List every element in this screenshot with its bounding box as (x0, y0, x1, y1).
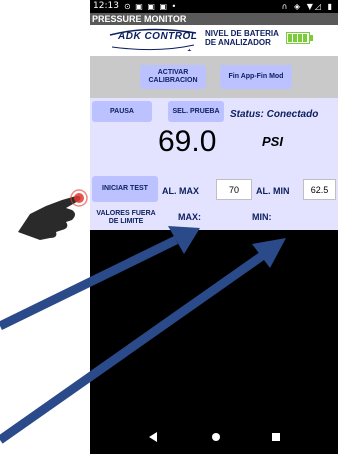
recent-apps-icon[interactable] (272, 433, 280, 441)
svg-text:✦: ✦ (186, 47, 193, 51)
select-test-button[interactable]: SEL. PRUEBA (168, 101, 224, 122)
min-alarm-input[interactable]: 62.5 (303, 179, 336, 200)
app-title-bar: PRESSURE MONITOR (90, 13, 338, 25)
header: ✦ ADK CONTROL NIVEL DE BATERIA DE ANALIZ… (90, 25, 338, 56)
out-of-limits-label: VALORES FUERA DE LIMITE (92, 210, 160, 226)
pressure-reading: 69.0 (158, 125, 217, 158)
pause-button[interactable]: PAUSA (92, 101, 152, 122)
battery-label-line1: NIVEL DE BATERIA (205, 29, 279, 38)
activate-calibration-button[interactable]: ACTIVAR CALIBRACION (140, 65, 206, 89)
out-of-limits-max-label: MAX: (178, 212, 201, 222)
system-status-icons: ∩ ◈ ▼◿ ▮ (281, 2, 334, 11)
activate-calibration-line1: ACTIVAR (157, 69, 189, 76)
toolbar-band: ACTIVAR CALIBRACION Fin App-Fin Mod (90, 56, 338, 98)
max-alarm-label: AL. MAX (162, 186, 199, 196)
back-icon[interactable] (149, 432, 157, 442)
out-of-limits-line1: VALORES FUERA (96, 210, 156, 217)
max-alarm-input[interactable]: 70 (216, 179, 252, 200)
navigation-bar (90, 420, 338, 454)
min-alarm-label: AL. MIN (256, 186, 290, 196)
main-panel: PAUSA SEL. PRUEBA Status: Conectado 69.0… (90, 98, 338, 230)
battery-icon (286, 32, 313, 44)
out-of-limits-line2: DE LIMITE (108, 218, 144, 225)
app-title: PRESSURE MONITOR (92, 14, 187, 24)
home-icon[interactable] (212, 433, 220, 441)
out-of-limits-min-label: MIN: (252, 212, 272, 222)
hand-pointer-icon (18, 189, 88, 240)
start-test-button[interactable]: INICIAR TEST (92, 176, 158, 202)
phone-screen: 12:13 ⊙ ▣ ▣ ▣ • ∩ ◈ ▼◿ ▮ PRESSURE MONITO… (90, 0, 338, 454)
notification-icons: ⊙ ▣ ▣ ▣ • (124, 2, 178, 11)
status-bar: 12:13 ⊙ ▣ ▣ ▣ • ∩ ◈ ▼◿ ▮ (90, 0, 338, 13)
battery-fill (288, 34, 308, 42)
battery-tip (310, 35, 313, 41)
end-mode-button[interactable]: Fin App-Fin Mod (220, 65, 292, 89)
activate-calibration-line2: CALIBRACION (148, 77, 198, 84)
battery-label: NIVEL DE BATERIA DE ANALIZADOR (205, 29, 279, 47)
status-time: 12:13 (93, 1, 119, 11)
pressure-unit: PSI (262, 134, 283, 149)
connection-status: Status: Conectado (230, 109, 319, 120)
logo-text: ADK CONTROL (118, 31, 198, 42)
battery-label-line2: DE ANALIZADOR (205, 38, 271, 47)
